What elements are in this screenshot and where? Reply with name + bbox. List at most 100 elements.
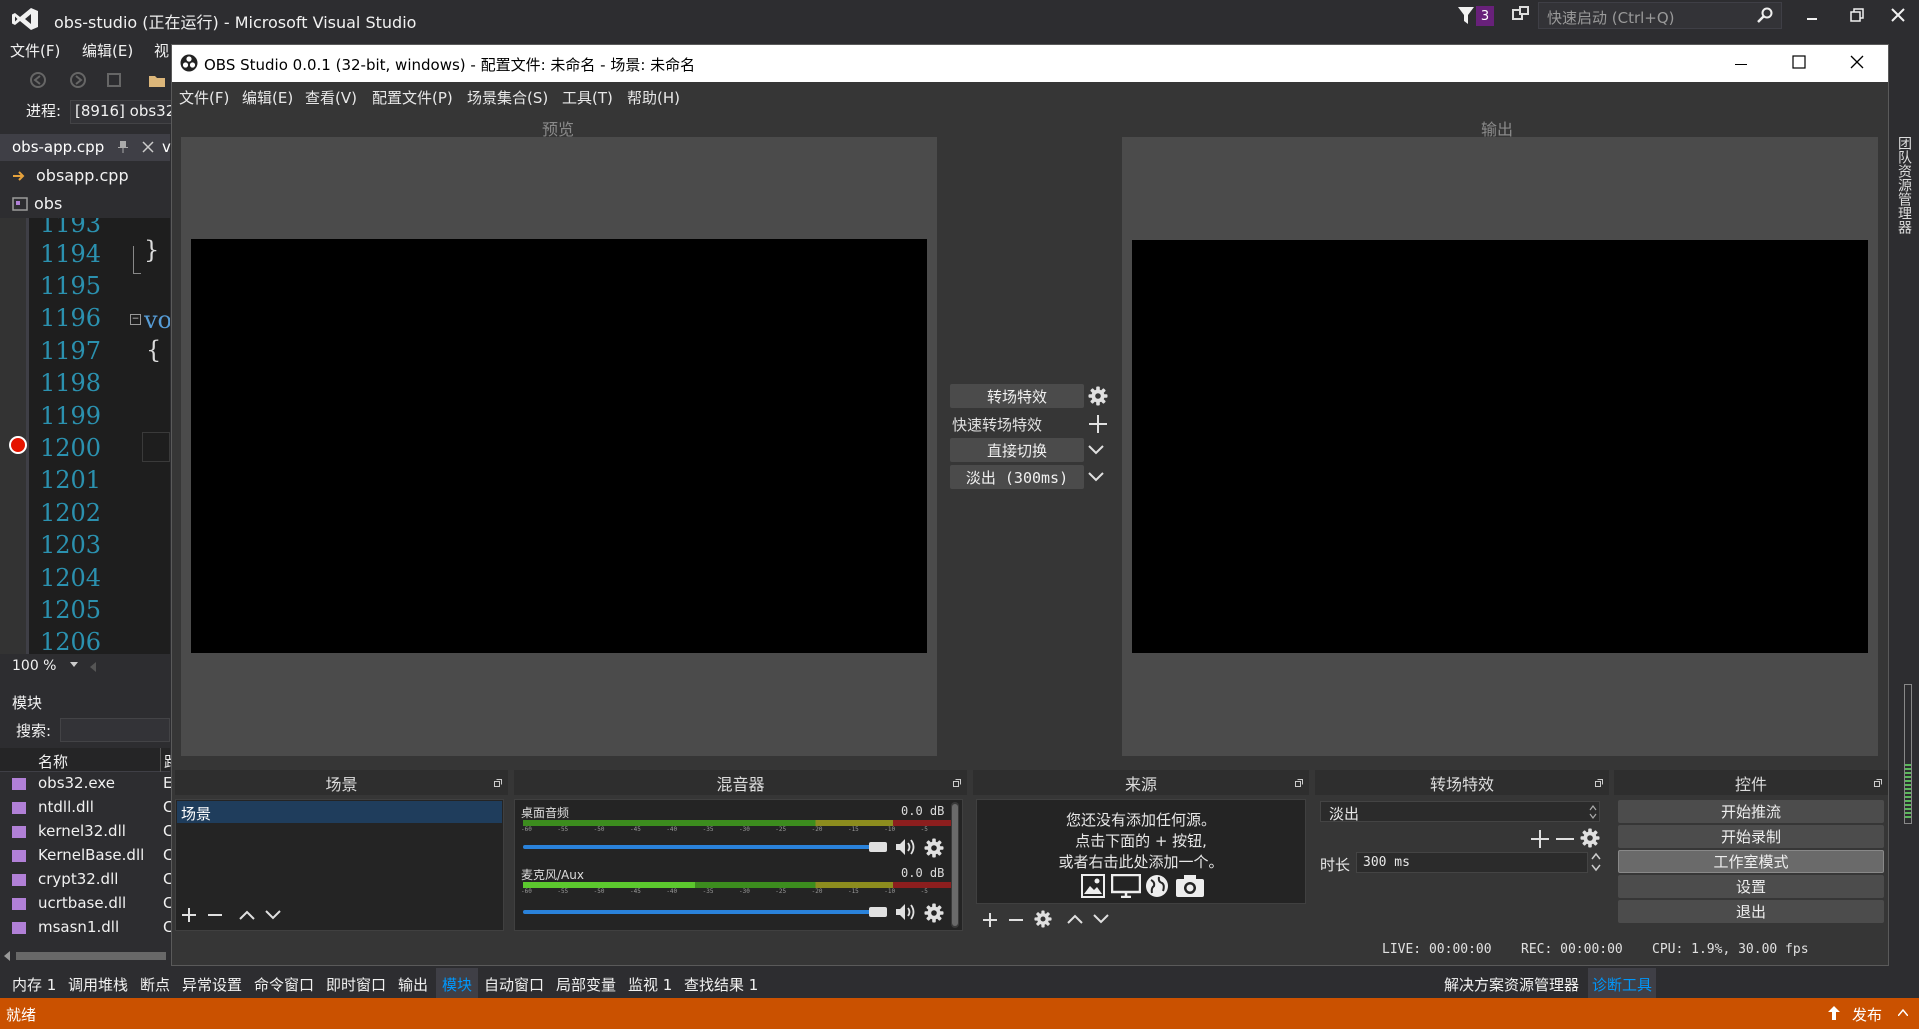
publish-arrow-icon[interactable] [1828,1006,1840,1020]
next-tab-label[interactable]: v [162,138,171,156]
obs-menu-scene-collection[interactable]: 场景集合(S) [467,87,548,108]
vs-restore-icon[interactable] [1850,8,1864,22]
process-dropdown[interactable]: [8916] obs32 [70,100,172,124]
add-source-icon[interactable] [982,912,998,928]
tab-modules[interactable]: 模块 [436,968,479,998]
add-scene-icon[interactable] [181,907,197,923]
tab-watch[interactable]: 监视 1 [628,974,672,995]
breakpoint-icon[interactable] [9,436,27,454]
volume-slider[interactable] [523,910,883,914]
account-sync-icon[interactable] [1512,6,1530,24]
back-icon[interactable] [30,72,46,88]
publish-chevron-icon[interactable] [1898,1008,1908,1016]
navigation-file-dropdown[interactable]: obsapp.cpp [0,163,170,190]
tab-breakpoints[interactable]: 断点 [140,974,170,995]
dock-float-icon[interactable] [953,779,961,787]
gear-icon[interactable] [1034,910,1052,928]
move-down-icon[interactable] [265,910,281,920]
team-explorer-tab[interactable]: 团队资源管理器 [1896,136,1912,234]
scenes-dock-header[interactable]: 场景 [175,770,508,795]
exit-button[interactable]: 退出 [1618,900,1884,923]
pin-icon[interactable] [118,140,128,154]
obs-menu-file[interactable]: 文件(F) [179,87,229,108]
tab-memory[interactable]: 内存 1 [12,974,56,995]
modules-search-input[interactable] [60,718,170,742]
table-row[interactable]: kernel32.dll C [0,820,173,844]
volume-slider-handle[interactable] [869,907,887,917]
publish-button[interactable]: 发布 [1852,1004,1882,1025]
new-item-icon[interactable] [106,72,122,88]
vs-menu-edit[interactable]: 编辑(E) [82,40,133,61]
preview-display[interactable] [191,239,927,653]
dock-float-icon[interactable] [1595,779,1603,787]
mixer-dock-header[interactable]: 混音器 [514,770,967,795]
remove-scene-icon[interactable] [207,907,223,923]
transitions-dock-header[interactable]: 转场特效 [1315,770,1609,795]
table-row[interactable]: crypt32.dll C [0,868,173,892]
tab-command-window[interactable]: 命令窗口 [254,974,314,995]
tab-solution-explorer[interactable]: 解决方案资源管理器 [1444,974,1579,995]
column-divider[interactable] [160,748,161,772]
obs-menu-tools[interactable]: 工具(T) [562,87,613,108]
quick-transition-fade[interactable]: 淡出 (300ms) [950,465,1084,489]
dock-float-icon[interactable] [494,779,502,787]
modules-hscrollbar[interactable] [0,948,170,964]
quick-transition-cut[interactable]: 直接切换 [950,438,1084,462]
gear-icon[interactable] [924,903,944,923]
add-quick-transition-icon[interactable] [1088,414,1108,434]
start-streaming-button[interactable]: 开始推流 [1618,800,1884,823]
feedback-filter-icon[interactable] [1458,7,1474,25]
settings-button[interactable]: 设置 [1618,875,1884,898]
obs-menu-edit[interactable]: 编辑(E) [242,87,293,108]
vs-menu-file[interactable]: 文件(F) [10,40,60,61]
notification-count-badge[interactable]: 3 [1476,6,1494,26]
navigation-scope-dropdown[interactable]: obs [0,191,170,217]
quick-launch-input[interactable]: 快速启动 (Ctrl+Q) [1538,2,1782,29]
gear-icon[interactable] [1580,828,1600,848]
document-tab-obs-app[interactable]: obs-app.cpp v [0,134,171,161]
table-row[interactable]: msasn1.dll C [0,916,173,940]
start-recording-button[interactable]: 开始录制 [1618,825,1884,848]
move-up-icon[interactable] [239,910,255,920]
gear-icon[interactable] [1088,386,1108,406]
scroll-left-icon[interactable] [4,951,10,961]
transition-select[interactable]: 淡出 [1320,801,1600,823]
remove-source-icon[interactable] [1008,912,1024,928]
move-up-icon[interactable] [1067,914,1083,924]
dock-float-icon[interactable] [1874,779,1882,787]
vs-close-icon[interactable] [1890,7,1906,23]
open-folder-icon[interactable] [148,72,166,88]
obs-minimize-icon[interactable] [1734,57,1748,71]
sources-dock-header[interactable]: 来源 [973,770,1309,795]
transition-button[interactable]: 转场特效 [950,384,1084,408]
program-display[interactable] [1132,240,1868,653]
volume-slider-handle[interactable] [869,842,887,852]
studio-mode-button[interactable]: 工作室模式 [1618,850,1884,873]
chevron-down-icon[interactable] [1088,444,1104,456]
vs-menu-view[interactable]: 视 [154,40,169,61]
move-down-icon[interactable] [1093,914,1109,924]
table-row[interactable]: obs32.exe E [0,772,172,796]
tab-immediate-window[interactable]: 即时窗口 [326,974,386,995]
sources-list[interactable]: 您还没有添加任何源。 点击下面的 + 按钮, 或者右击此处添加一个。 [976,799,1306,904]
collapse-toggle[interactable]: − [130,314,141,325]
table-row[interactable]: ntdll.dll C [0,796,173,820]
vs-minimize-icon[interactable] [1806,8,1820,22]
scroll-left-icon[interactable] [90,662,96,672]
mixer-scrollbar[interactable] [951,802,959,928]
zoom-dropdown[interactable]: 100 % [0,656,170,678]
tab-locals[interactable]: 局部变量 [556,974,616,995]
speaker-icon[interactable] [895,903,917,921]
tab-autos[interactable]: 自动窗口 [484,974,544,995]
scrollbar-thumb[interactable] [16,952,166,960]
tab-call-stack[interactable]: 调用堆栈 [68,974,128,995]
chevron-down-icon[interactable] [1088,471,1104,483]
volume-slider[interactable] [523,845,883,849]
table-row[interactable]: KernelBase.dll C [0,844,173,868]
tab-output[interactable]: 输出 [398,974,428,995]
forward-icon[interactable] [70,72,86,88]
tab-diagnostic-tools[interactable]: 诊断工具 [1588,968,1657,998]
speaker-icon[interactable] [895,838,917,856]
table-row[interactable]: ucrtbase.dll C [0,892,173,916]
list-item[interactable]: 场景 [177,801,502,823]
